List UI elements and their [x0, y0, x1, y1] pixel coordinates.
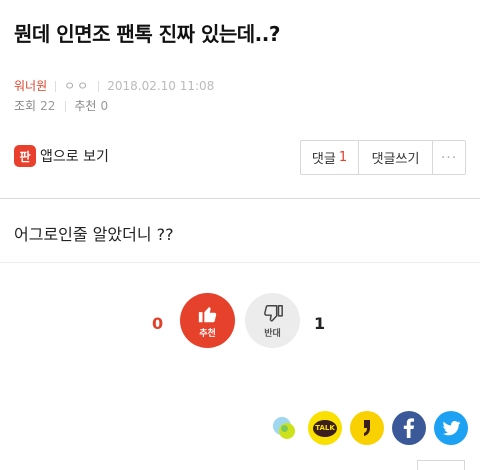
share-band-button[interactable] [268, 411, 302, 445]
oppose-vote-label: 반대 [264, 328, 281, 339]
comment-label: 댓글 [311, 152, 336, 167]
views-count: 22 [40, 99, 56, 113]
twitter-icon [443, 421, 461, 436]
post-action-buttons: 댓글 1 댓글쓰기 ··· [300, 140, 466, 175]
band-icon [273, 417, 295, 439]
comment-count: 1 [338, 150, 348, 165]
app-badge-icon: 판 [14, 145, 36, 167]
content-divider [0, 262, 480, 263]
author-row: 워너원 ㅇㅇ 2018.02.10 11:08 [14, 76, 214, 96]
content-divider [0, 198, 480, 199]
recommend-label: 추천 [74, 99, 97, 113]
post-body: 어그로인줄 알았더니 ?? [14, 225, 174, 244]
thumbs-down-icon [263, 304, 283, 322]
facebook-icon [403, 418, 414, 438]
meta-divider [65, 100, 67, 112]
meta-divider [55, 80, 57, 92]
share-facebook-button[interactable] [392, 411, 426, 445]
post-title: 뭔데 인면조 팬톡 진짜 있는데..? [14, 22, 280, 46]
comment-button[interactable]: 댓글 1 [301, 141, 359, 174]
recommend-count: 0 [100, 99, 109, 113]
author-sub: ㅇㅇ [64, 79, 91, 93]
thumbs-up-icon [198, 306, 216, 322]
bottom-partial-button[interactable] [417, 460, 465, 470]
stats-row: 조회 22 추천 0 [14, 96, 214, 116]
views-label: 조회 [14, 99, 37, 113]
write-comment-button[interactable]: 댓글쓰기 [359, 141, 433, 174]
recommend-vote-count: 0 [152, 314, 164, 333]
recommend-vote-button[interactable]: 추천 [180, 293, 235, 348]
share-kakaotalk-button[interactable]: TALK [308, 411, 342, 445]
app-view-link[interactable]: 판 앱으로 보기 [14, 145, 109, 167]
recommend-vote-label: 추천 [199, 328, 216, 339]
more-options-button[interactable]: ··· [433, 141, 465, 174]
post-meta: 워너원 ㅇㅇ 2018.02.10 11:08 조회 22 추천 0 [14, 76, 214, 116]
kakaotalk-icon: TALK [313, 419, 337, 437]
app-view-label: 앱으로 보기 [40, 149, 109, 165]
meta-divider [98, 80, 100, 92]
kakaostory-icon [364, 420, 370, 436]
post-date: 2018.02.10 11:08 [107, 79, 215, 93]
author-name[interactable]: 워너원 [14, 76, 47, 96]
share-twitter-button[interactable] [434, 411, 468, 445]
oppose-vote-button[interactable]: 반대 [245, 293, 300, 348]
share-kakaostory-button[interactable] [350, 411, 384, 445]
oppose-vote-count: 1 [314, 314, 326, 333]
